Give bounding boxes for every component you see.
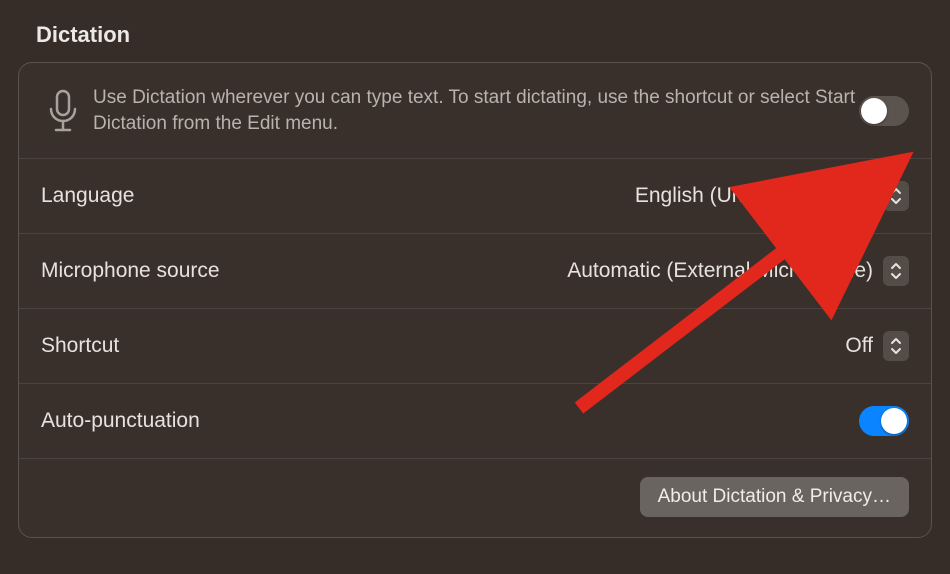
language-value: English (United Kingdom) <box>635 184 873 208</box>
shortcut-stepper[interactable] <box>883 331 909 361</box>
dictation-intro-row: Use Dictation wherever you can type text… <box>19 63 931 159</box>
auto-punctuation-toggle[interactable] <box>859 406 909 436</box>
microphone-source-value: Automatic (External Microphone) <box>567 259 873 283</box>
language-row[interactable]: Language English (United Kingdom) <box>19 159 931 234</box>
microphone-icon <box>41 89 85 133</box>
panel-footer: About Dictation & Privacy… <box>19 459 931 537</box>
auto-punctuation-label: Auto-punctuation <box>41 409 859 433</box>
microphone-source-label: Microphone source <box>41 259 567 283</box>
microphone-source-row[interactable]: Microphone source Automatic (External Mi… <box>19 234 931 309</box>
chevron-up-down-icon <box>890 336 902 356</box>
dictation-panel: Use Dictation wherever you can type text… <box>18 62 932 538</box>
about-dictation-privacy-button[interactable]: About Dictation & Privacy… <box>640 477 909 517</box>
shortcut-value: Off <box>845 334 873 358</box>
dictation-toggle[interactable] <box>859 96 909 126</box>
shortcut-row[interactable]: Shortcut Off <box>19 309 931 384</box>
section-title: Dictation <box>36 22 932 48</box>
microphone-source-stepper[interactable] <box>883 256 909 286</box>
chevron-up-down-icon <box>890 186 902 206</box>
chevron-up-down-icon <box>890 261 902 281</box>
auto-punctuation-row: Auto-punctuation <box>19 384 931 459</box>
dictation-intro-text: Use Dictation wherever you can type text… <box>93 85 859 136</box>
language-stepper[interactable] <box>883 181 909 211</box>
language-label: Language <box>41 184 635 208</box>
shortcut-label: Shortcut <box>41 334 845 358</box>
